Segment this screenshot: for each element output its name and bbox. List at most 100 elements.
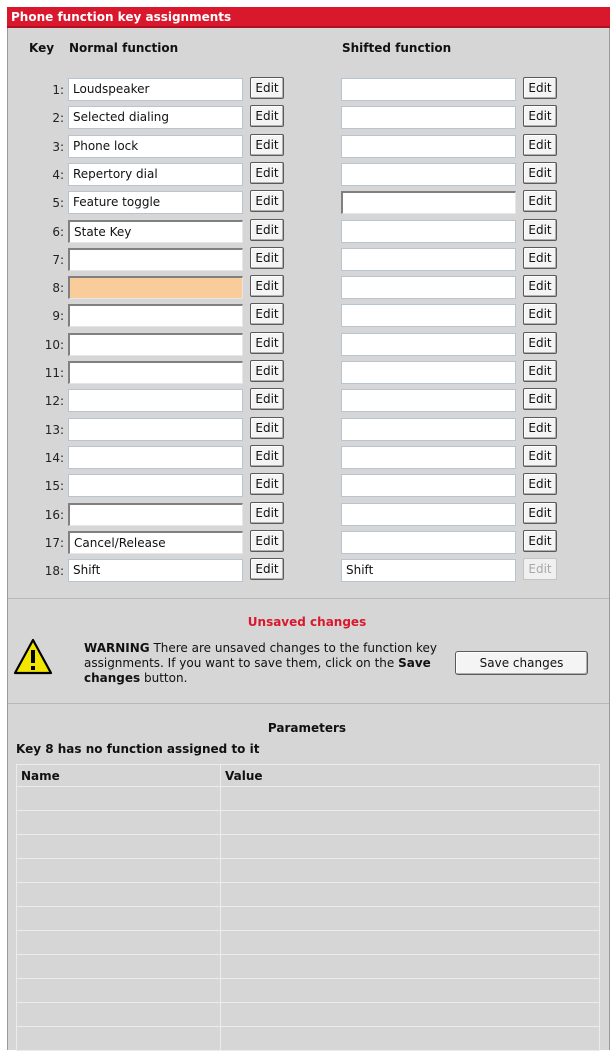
edit-normal-button[interactable]: Edit — [250, 246, 284, 269]
parameter-name-cell — [16, 834, 221, 859]
edit-shifted-button[interactable]: Edit — [523, 473, 557, 496]
shifted-function-field[interactable] — [341, 247, 516, 271]
key-row: 9: Edit Edit — [0, 302, 614, 330]
normal-function-column-header: Normal function — [69, 41, 179, 55]
edit-normal-button[interactable]: Edit — [250, 388, 284, 411]
shifted-function-field[interactable] — [341, 474, 516, 498]
normal-function-field[interactable] — [68, 445, 243, 469]
edit-shifted-button[interactable]: Edit — [523, 388, 557, 411]
key-row: 5: Feature toggle Edit Edit — [0, 189, 614, 217]
shifted-function-field[interactable] — [341, 530, 516, 554]
normal-function-field[interactable] — [68, 417, 243, 441]
save-changes-button[interactable]: Save changes — [455, 651, 588, 675]
edit-shifted-button[interactable]: Edit — [523, 416, 557, 439]
parameter-name-cell — [16, 930, 221, 955]
page-title: Phone function key assignments — [7, 7, 610, 28]
parameter-name-cell — [16, 1026, 221, 1051]
edit-normal-button[interactable]: Edit — [250, 133, 284, 156]
edit-shifted-button[interactable]: Edit — [523, 105, 557, 128]
edit-normal-button[interactable]: Edit — [250, 275, 284, 298]
edit-normal-button[interactable]: Edit — [250, 558, 284, 581]
parameter-row — [16, 858, 600, 883]
edit-shifted-button[interactable]: Edit — [523, 360, 557, 382]
edit-shifted-button[interactable]: Edit — [523, 246, 557, 269]
edit-shifted-button[interactable]: Edit — [523, 275, 557, 298]
normal-function-field[interactable] — [68, 247, 243, 271]
warning-tail: button. — [140, 671, 188, 685]
normal-function-field[interactable] — [68, 276, 243, 300]
parameter-name-cell — [16, 810, 221, 835]
edit-normal-button[interactable]: Edit — [250, 218, 284, 241]
edit-shifted-button[interactable]: Edit — [523, 501, 557, 524]
normal-function-field[interactable] — [68, 474, 243, 498]
edit-shifted-button[interactable]: Edit — [523, 161, 557, 184]
edit-shifted-button[interactable]: Edit — [523, 77, 557, 99]
edit-normal-button[interactable]: Edit — [250, 529, 284, 552]
shifted-function-field[interactable] — [341, 276, 516, 300]
shifted-function-field[interactable] — [341, 304, 516, 328]
edit-shifted-button[interactable]: Edit — [523, 303, 557, 326]
key-number: 2: — [52, 111, 64, 126]
normal-function-field[interactable]: Feature toggle — [68, 191, 243, 215]
edit-shifted-button[interactable]: Edit — [523, 133, 557, 156]
shifted-function-field[interactable] — [341, 219, 516, 243]
edit-normal-button[interactable]: Edit — [250, 161, 284, 184]
shifted-function-field[interactable] — [341, 502, 516, 526]
edit-normal-button[interactable]: Edit — [250, 105, 284, 128]
edit-normal-button[interactable]: Edit — [250, 190, 284, 213]
shifted-function-field[interactable] — [341, 445, 516, 469]
key-number: 3: — [52, 139, 64, 154]
edit-normal-button[interactable]: Edit — [250, 303, 284, 326]
shifted-function-field[interactable] — [341, 191, 516, 215]
key-row: 12: Edit Edit — [0, 387, 614, 415]
key-row: 7: Edit Edit — [0, 246, 614, 274]
key-number: 18: — [44, 564, 64, 579]
edit-normal-button[interactable]: Edit — [250, 444, 284, 467]
parameter-name-cell — [16, 786, 221, 811]
key-number: 13: — [44, 422, 64, 437]
shifted-function-field[interactable]: Shift — [341, 559, 516, 583]
normal-function-field[interactable]: Shift — [68, 559, 243, 583]
normal-function-field[interactable]: Cancel/Release — [68, 530, 243, 554]
parameter-row — [16, 978, 600, 1003]
shifted-function-field[interactable] — [341, 162, 516, 186]
warning-message: WARNING There are unsaved changes to the… — [84, 641, 454, 686]
parameters-message: Key 8 has no function assigned to it — [16, 742, 260, 756]
shifted-function-field[interactable] — [341, 389, 516, 413]
normal-function-field[interactable] — [68, 304, 243, 328]
normal-function-field[interactable]: Loudspeaker — [68, 78, 243, 101]
normal-function-field[interactable]: Repertory dial — [68, 162, 243, 186]
parameter-name-cell — [16, 954, 221, 979]
shifted-function-field[interactable] — [341, 78, 516, 101]
edit-shifted-button[interactable]: Edit — [523, 190, 557, 213]
parameter-row — [16, 906, 600, 931]
edit-normal-button[interactable]: Edit — [250, 360, 284, 382]
key-number: 8: — [52, 281, 64, 296]
shifted-function-field[interactable] — [341, 361, 516, 384]
edit-normal-button[interactable]: Edit — [250, 416, 284, 439]
shifted-function-field[interactable] — [341, 332, 516, 356]
normal-function-field[interactable] — [68, 389, 243, 413]
shifted-function-field[interactable] — [341, 106, 516, 130]
normal-function-field[interactable]: Phone lock — [68, 134, 243, 158]
edit-shifted-button[interactable]: Edit — [523, 444, 557, 467]
key-row: 3: Phone lock Edit Edit — [0, 133, 614, 161]
edit-normal-button[interactable]: Edit — [250, 77, 284, 99]
edit-shifted-button[interactable]: Edit — [523, 218, 557, 241]
shifted-function-field[interactable] — [341, 134, 516, 158]
key-number: 17: — [44, 535, 64, 550]
normal-function-field[interactable]: Selected dialing — [68, 106, 243, 130]
normal-function-field[interactable] — [68, 332, 243, 356]
unsaved-changes-title: Unsaved changes — [247, 615, 367, 629]
normal-function-field[interactable]: State Key — [68, 219, 243, 243]
edit-normal-button[interactable]: Edit — [250, 473, 284, 496]
edit-shifted-button: Edit — [523, 558, 557, 581]
normal-function-field[interactable] — [68, 502, 243, 526]
normal-function-field[interactable] — [68, 361, 243, 384]
parameters-header-row: Name Value — [16, 764, 600, 787]
edit-shifted-button[interactable]: Edit — [523, 529, 557, 552]
shifted-function-field[interactable] — [341, 417, 516, 441]
edit-normal-button[interactable]: Edit — [250, 501, 284, 524]
edit-shifted-button[interactable]: Edit — [523, 331, 557, 354]
edit-normal-button[interactable]: Edit — [250, 331, 284, 354]
